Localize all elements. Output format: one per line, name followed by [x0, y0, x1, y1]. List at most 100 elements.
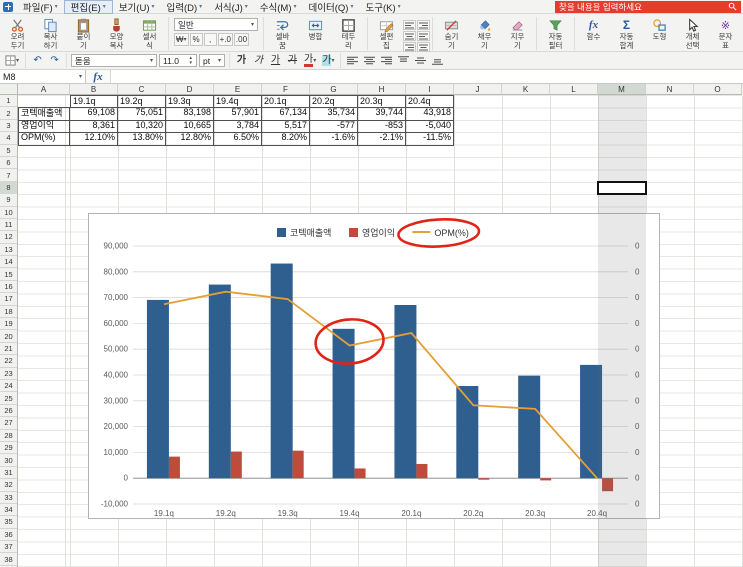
cell[interactable]: 75,051 — [118, 107, 166, 121]
cell[interactable]: 5,517 — [262, 119, 310, 134]
row-header-22[interactable]: 22 — [0, 355, 17, 368]
number-format-select[interactable]: 일반 ▾ — [174, 18, 258, 31]
cell[interactable]: -11.5% — [406, 132, 454, 146]
row-header-36[interactable]: 36 — [0, 529, 17, 542]
align-bottom-left-button[interactable] — [403, 42, 416, 52]
select-all-corner[interactable] — [0, 84, 18, 95]
row-header-27[interactable]: 27 — [0, 417, 17, 430]
cell[interactable]: 3,784 — [214, 119, 262, 134]
borders-button[interactable]: 테두리 — [332, 16, 365, 50]
align-bottom-right-button[interactable] — [417, 42, 430, 52]
column-header-D[interactable]: D — [166, 84, 214, 95]
cut-button[interactable]: 오려두기 — [1, 16, 34, 50]
row-header-31[interactable]: 31 — [0, 467, 17, 480]
comma-format-button[interactable]: , — [203, 33, 217, 46]
function-button[interactable]: fx 함수 — [577, 16, 610, 42]
cell[interactable]: 19.3q — [166, 95, 214, 109]
column-header-C[interactable]: C — [118, 84, 166, 95]
cell-edit-button[interactable]: 셀편집 — [370, 16, 403, 50]
cell[interactable]: 8,361 — [70, 119, 118, 134]
row-header-18[interactable]: 18 — [0, 306, 17, 319]
insert-function-button[interactable]: fx — [86, 70, 111, 83]
menu-view[interactable]: 보기(U) ▾ — [113, 0, 161, 14]
decrease-decimal-button[interactable]: .00 — [233, 33, 250, 46]
row-header-24[interactable]: 24 — [0, 380, 17, 393]
row-header-38[interactable]: 38 — [0, 553, 17, 566]
row-header-4[interactable]: 4 — [0, 132, 17, 145]
object-select-button[interactable]: 개체선택 — [676, 16, 709, 50]
hide-button[interactable]: 숨기기 — [435, 16, 468, 50]
charmap-button[interactable]: ※ 문자표 — [709, 16, 742, 50]
cell[interactable]: 12.10% — [70, 132, 118, 146]
clear-button[interactable]: 지우기 — [501, 16, 534, 50]
cell[interactable]: 35,734 — [310, 107, 358, 121]
column-header-B[interactable]: B — [70, 84, 118, 95]
cell[interactable]: 영업이익 — [18, 119, 70, 134]
menu-file[interactable]: 파일(F) ▾ — [17, 0, 64, 14]
size-unit-select[interactable]: pt ▾ — [199, 54, 226, 67]
format-painter-button[interactable]: 모양복사 — [100, 16, 133, 50]
row-header-23[interactable]: 23 — [0, 368, 17, 380]
font-name-select[interactable]: 돋움 ▾ — [71, 54, 158, 67]
row-header-1[interactable]: 1 — [0, 95, 17, 108]
row-header-3[interactable]: 3 — [0, 120, 17, 133]
cell[interactable]: 20.4q — [406, 95, 454, 109]
row-header-28[interactable]: 28 — [0, 430, 17, 442]
align-top-button[interactable] — [396, 54, 411, 68]
cell[interactable]: 19.1q — [70, 95, 118, 109]
bold-button[interactable]: 가 — [234, 54, 249, 68]
menu-edit[interactable]: 편집(E) ▾ — [63, 0, 113, 14]
row-header-29[interactable]: 29 — [0, 442, 17, 455]
row-header-30[interactable]: 30 — [0, 454, 17, 467]
column-header-K[interactable]: K — [502, 84, 550, 95]
column-header-O[interactable]: O — [694, 84, 742, 95]
column-header-F[interactable]: F — [262, 84, 310, 95]
row-header-17[interactable]: 17 — [0, 293, 17, 306]
column-header-L[interactable]: L — [550, 84, 598, 95]
cell[interactable]: -577 — [310, 119, 358, 134]
cell[interactable]: 12.80% — [166, 132, 214, 146]
column-header-N[interactable]: N — [646, 84, 694, 95]
name-box[interactable]: M8 ▾ — [0, 70, 86, 83]
column-header-M[interactable]: M — [598, 84, 646, 95]
cell[interactable]: 코텍매출액 — [18, 107, 70, 121]
row-header-7[interactable]: 7 — [0, 169, 17, 182]
redo-button[interactable]: ↷ — [47, 54, 62, 68]
fill-color-button[interactable]: 가 ▾ — [320, 54, 336, 68]
row-header-11[interactable]: 11 — [0, 219, 17, 232]
cell[interactable]: 20.1q — [262, 95, 310, 109]
cell[interactable]: 43,918 — [406, 107, 454, 121]
cell[interactable]: 69,108 — [70, 107, 118, 121]
row-header-2[interactable]: 2 — [0, 107, 17, 120]
copy-button[interactable]: 복사하기 — [34, 16, 67, 50]
column-header-E[interactable]: E — [214, 84, 262, 95]
cell[interactable]: 20.3q — [358, 95, 406, 109]
row-header-14[interactable]: 14 — [0, 256, 17, 269]
italic-button[interactable]: 가 — [251, 54, 266, 68]
menu-tools[interactable]: 도구(K) ▾ — [359, 0, 406, 14]
column-header-I[interactable]: I — [406, 84, 454, 95]
align-top-right-button[interactable] — [417, 20, 430, 30]
cell-format-button[interactable]: 셀서식 — [133, 16, 166, 50]
row-header-34[interactable]: 34 — [0, 504, 17, 517]
align-middle-left-button[interactable] — [403, 31, 416, 41]
align-middle-right-button[interactable] — [417, 31, 430, 41]
formula-input[interactable] — [111, 70, 743, 83]
cell[interactable]: 19.2q — [118, 95, 166, 109]
active-cell-M8[interactable] — [597, 181, 647, 195]
paste-button[interactable]: 붙이기 — [67, 16, 100, 50]
cell[interactable]: -853 — [358, 119, 406, 134]
font-size-select[interactable]: 11.0 ▲ ▼ — [159, 54, 198, 67]
fill-button[interactable]: 채우기 — [468, 16, 501, 50]
wrap-text-button[interactable]: 셀바꿈 — [266, 16, 299, 50]
autosum-button[interactable]: Σ 자동합계 — [610, 16, 643, 50]
search-input[interactable]: 찾을 내용을 입력하세요 — [555, 0, 741, 13]
increase-decimal-button[interactable]: +.0 — [217, 33, 233, 46]
shapes-button[interactable]: 도형 — [643, 16, 676, 42]
cell[interactable]: 10,320 — [118, 119, 166, 134]
row-header-15[interactable]: 15 — [0, 268, 17, 281]
align-center-button[interactable] — [362, 54, 377, 68]
row-header-21[interactable]: 21 — [0, 343, 17, 356]
align-right-button[interactable] — [379, 54, 394, 68]
cell[interactable]: -5,040 — [406, 119, 454, 134]
